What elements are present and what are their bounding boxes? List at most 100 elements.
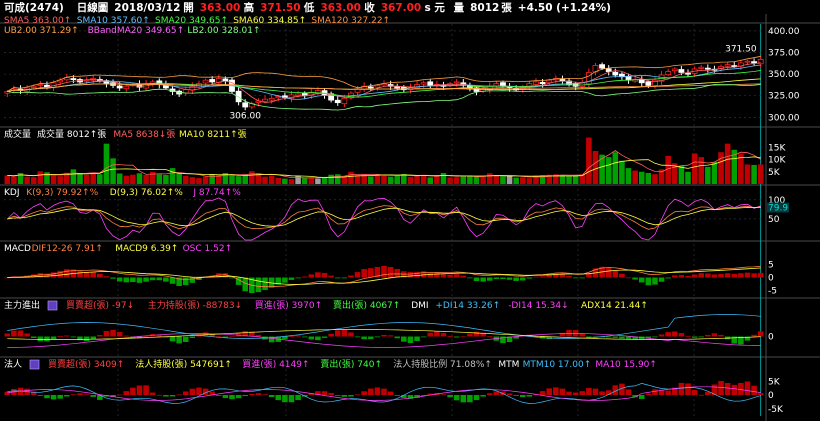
inst-bar xyxy=(539,391,546,395)
header-open-label: 開 xyxy=(183,2,194,14)
macd-osc-bar xyxy=(698,273,704,278)
volume-bar xyxy=(678,165,685,184)
mainforce-bar xyxy=(447,335,453,337)
macd-osc-bar xyxy=(315,272,321,278)
inst-bar xyxy=(486,393,493,395)
volume-bar xyxy=(506,175,513,184)
volume-bar xyxy=(394,175,400,184)
macd-osc-bar xyxy=(619,273,625,278)
inst-bar xyxy=(169,395,176,397)
inst-bar xyxy=(757,393,764,395)
mainforce-bar xyxy=(354,336,361,338)
price-bband-legend-1: BBandMA20 349.65↑ xyxy=(88,26,185,36)
mainforce-legend-7: ADX14 21.44↑ xyxy=(581,301,648,311)
mainforce-bar xyxy=(757,331,764,337)
volume-bar xyxy=(328,174,334,184)
inst-bar xyxy=(196,387,202,395)
volume-bar xyxy=(599,154,605,184)
kdj-legend-1: D(9,3) 76.02↑% xyxy=(110,188,183,198)
header-date: 2018/03/12 xyxy=(114,2,180,14)
volume-bar xyxy=(262,176,268,184)
mainforce-bar xyxy=(672,331,678,337)
inst-bar xyxy=(334,395,341,396)
volume-bar xyxy=(586,137,592,184)
candle-body xyxy=(235,90,242,103)
volume-bar xyxy=(638,171,645,184)
inst-bar xyxy=(698,394,704,396)
volume-bar xyxy=(757,164,764,184)
volume-bar xyxy=(301,177,308,184)
macd-osc-bar xyxy=(473,277,480,282)
mainforce-bar xyxy=(698,336,704,338)
kdj-legend-0: K(9,3) 79.92↑% xyxy=(26,188,98,198)
macd-osc-bar xyxy=(453,274,460,278)
mainforce-bar xyxy=(97,335,103,337)
macd-osc-bar xyxy=(486,277,493,281)
volume-bar xyxy=(288,179,295,184)
macd-osc-bar xyxy=(381,266,387,278)
candle-body xyxy=(202,79,209,84)
macd-osc-bar xyxy=(724,273,731,278)
inst-bar xyxy=(64,395,70,397)
macd-tick-label-1: 0 xyxy=(768,274,774,284)
macd-osc-bar xyxy=(691,274,698,278)
mainforce-bar xyxy=(315,336,321,341)
macd-osc-bar xyxy=(97,273,103,278)
mainforce-bar xyxy=(123,335,130,337)
mainforce-bar xyxy=(691,336,698,338)
candle-body xyxy=(341,97,348,105)
inst-bar xyxy=(136,385,143,395)
volume-bar xyxy=(229,174,235,184)
mainforce-bar xyxy=(652,336,658,338)
inst-bar xyxy=(553,387,559,395)
volume-bar xyxy=(526,178,533,184)
inst-bar xyxy=(288,395,295,403)
candle-body xyxy=(599,64,605,69)
stock-chart-canvas: 可成(2474) 日線圖 2018/03/12 開 363.00 高 371.50 低 363.… xyxy=(0,1,820,421)
mainforce-bar xyxy=(341,329,348,337)
inst-bar xyxy=(751,385,757,395)
volume-bar xyxy=(275,177,282,184)
inst-tick-label-2: -5K xyxy=(768,405,784,415)
candle-body xyxy=(420,82,427,85)
mainforce-bar xyxy=(44,336,50,342)
mainforce-bar xyxy=(420,336,427,338)
price-tick-label-0: 400.00 xyxy=(768,27,800,37)
volume-bar xyxy=(57,176,63,184)
macd-legend-1: MACD9 6.39↑ xyxy=(115,244,178,254)
macd-osc-bar xyxy=(553,273,559,278)
candle-body xyxy=(123,85,130,90)
volume-bar xyxy=(480,175,486,184)
volume-tick-label-1: 10K xyxy=(768,156,786,166)
volume-bar xyxy=(520,177,526,184)
inst-bar xyxy=(394,395,400,396)
volume-bar xyxy=(691,153,698,184)
header-stock-name: 可成(2474) xyxy=(4,1,64,14)
inst-bar xyxy=(97,395,103,400)
macd-osc-bar xyxy=(182,277,189,286)
volume-bar xyxy=(149,171,156,184)
inst-legend-1: 法人持股(張) 547691↑ xyxy=(135,358,232,370)
header-close-label: 收 xyxy=(364,1,375,14)
mainforce-bar xyxy=(401,336,407,342)
volume-bar xyxy=(500,176,506,184)
volume-bar xyxy=(486,173,493,184)
volume-bar xyxy=(354,175,361,184)
volume-bar xyxy=(632,170,638,184)
candle-body xyxy=(262,98,268,102)
inst-bar xyxy=(249,393,255,395)
mainforce-bar xyxy=(176,336,182,344)
mainforce-bar xyxy=(612,336,619,338)
mainforce-settings-icon[interactable] xyxy=(47,300,58,311)
candle-body xyxy=(533,81,539,85)
volume-bar xyxy=(202,176,209,184)
inst-bar xyxy=(513,395,519,396)
inst-bar xyxy=(149,392,156,395)
price-ma-legend-2: SMA20 349.65↑ xyxy=(155,16,228,26)
volume-bar xyxy=(592,151,599,184)
mainforce-bar xyxy=(361,336,367,340)
mainforce-bar xyxy=(658,334,665,337)
inst-bar xyxy=(262,394,268,396)
mainforce-bar xyxy=(665,332,671,337)
inst-settings-icon[interactable] xyxy=(29,359,40,370)
